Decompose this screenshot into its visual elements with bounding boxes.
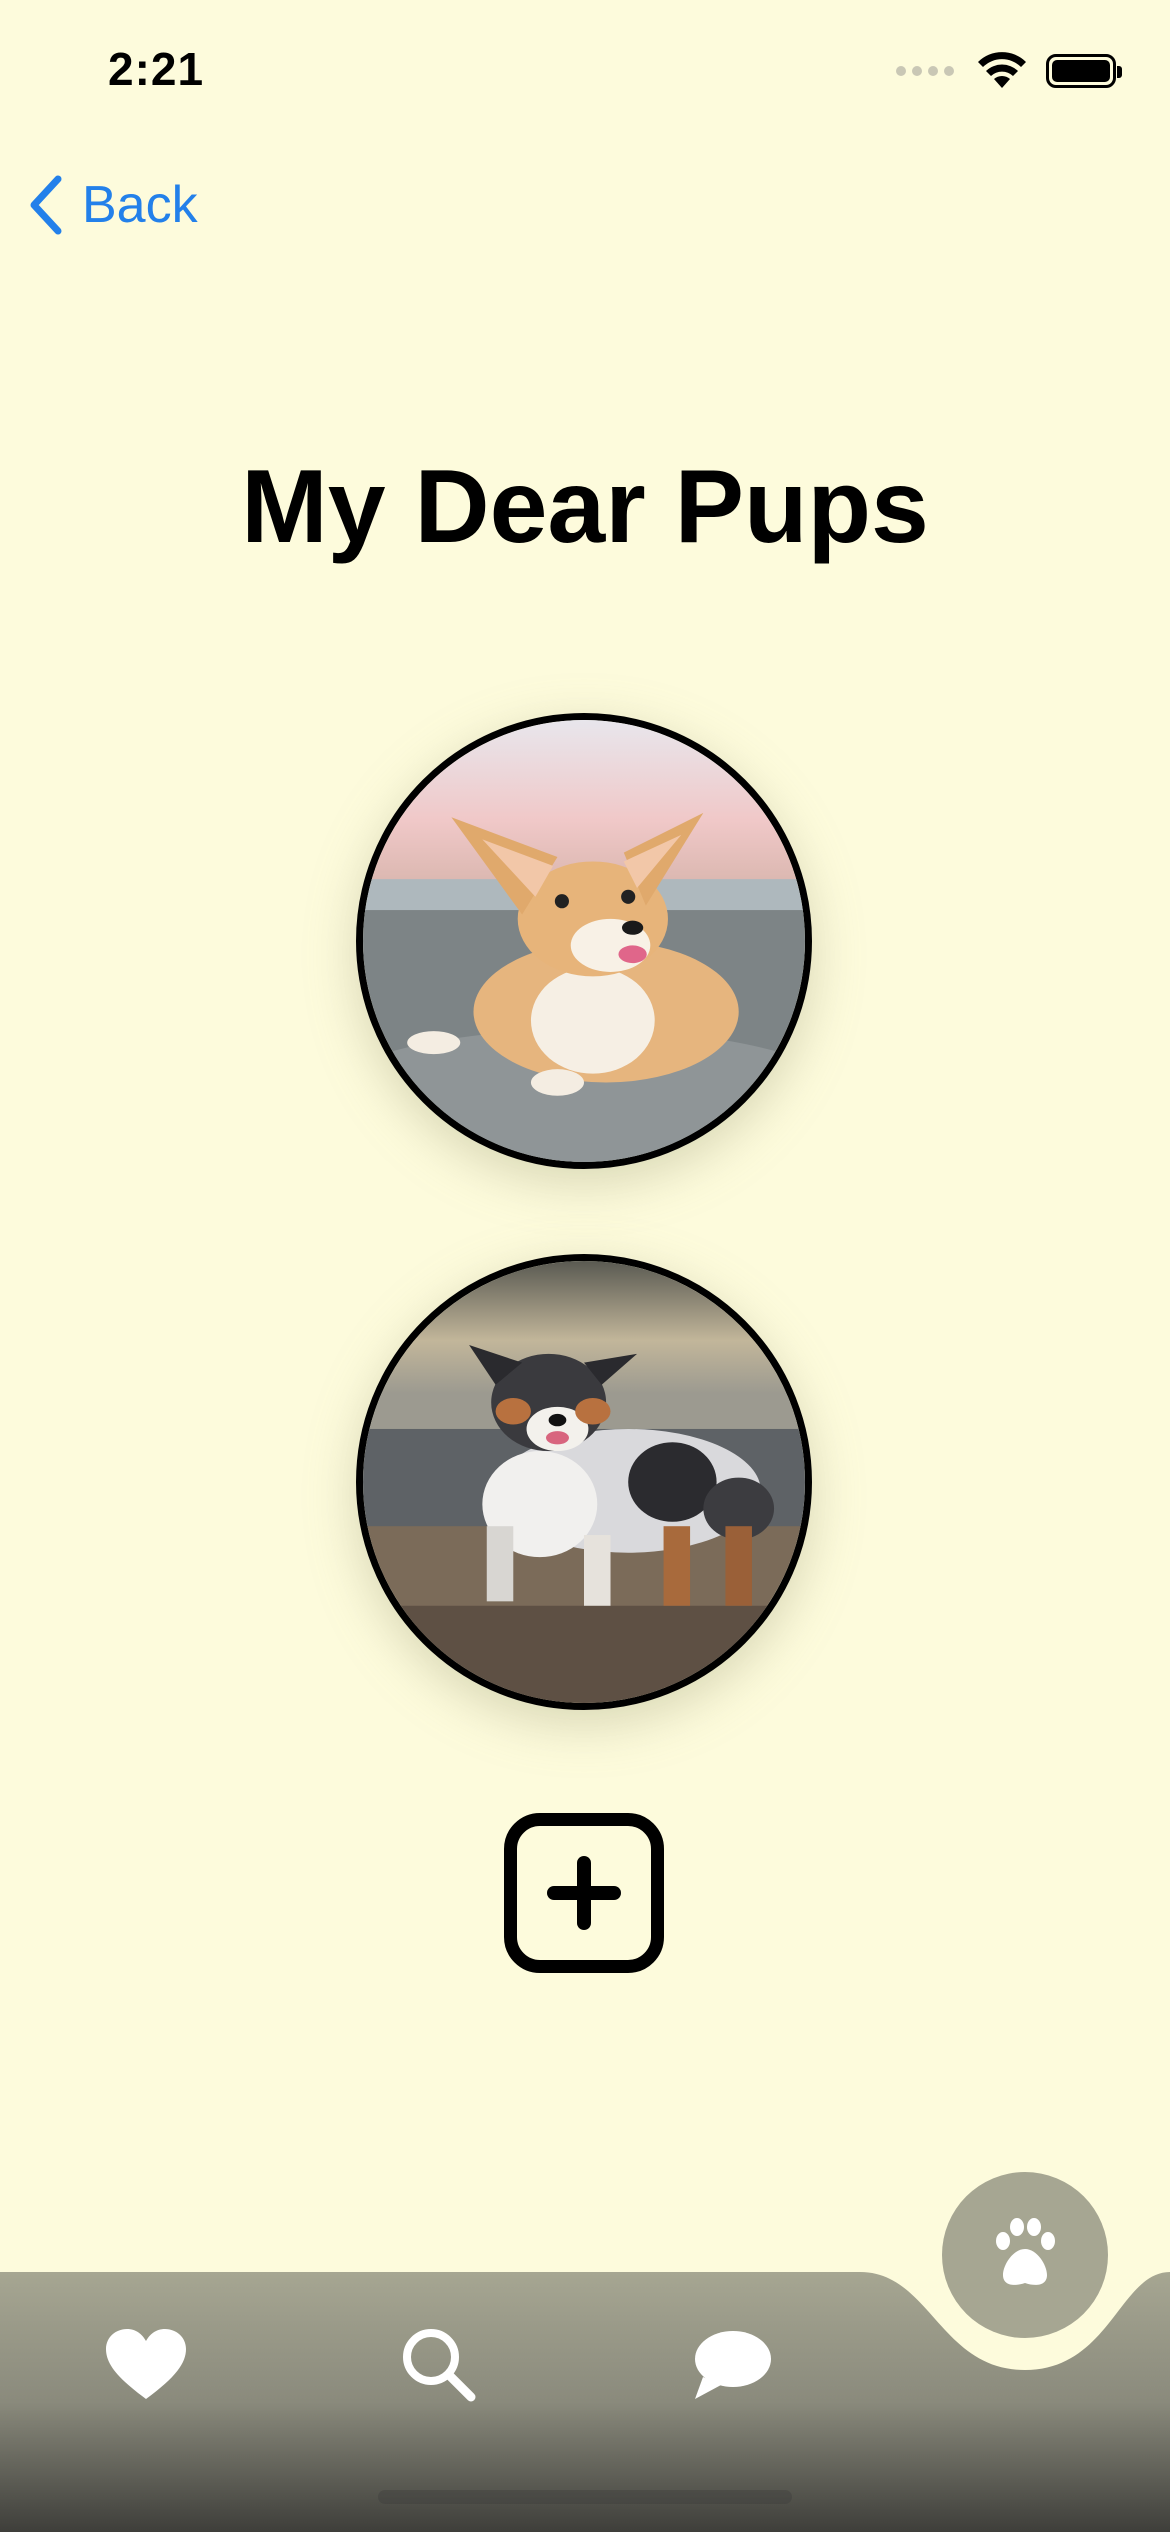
corgi-photo — [363, 720, 805, 1162]
plus-icon-vertical — [577, 1856, 591, 1930]
pup-avatar-aussie[interactable] — [356, 1254, 812, 1710]
status-icons — [896, 52, 1122, 90]
cellular-signal-icon — [896, 66, 954, 76]
battery-icon — [1046, 54, 1122, 88]
add-pup-button[interactable] — [504, 1813, 664, 1973]
chat-icon — [695, 2331, 771, 2399]
screen: 2:21 Back My Dear Pups — [0, 0, 1170, 2532]
tab-messages[interactable] — [686, 2320, 776, 2410]
status-time: 2:21 — [108, 43, 205, 95]
page-title: My Dear Pups — [241, 449, 929, 565]
pup-avatar-corgi[interactable] — [356, 713, 812, 1169]
home-indicator — [378, 2490, 792, 2504]
heart-icon — [106, 2329, 186, 2399]
chevron-left-icon — [30, 175, 62, 235]
back-label: Back — [82, 176, 198, 234]
paw-icon — [996, 2218, 1055, 2285]
wifi-icon — [978, 52, 1026, 88]
australian-shepherd-photo — [363, 1261, 805, 1703]
search-icon — [403, 2329, 476, 2402]
tab-my-pups[interactable] — [942, 2172, 1108, 2338]
tab-favorites[interactable] — [101, 2320, 191, 2410]
tab-search[interactable] — [394, 2320, 484, 2410]
back-button[interactable]: Back — [26, 175, 198, 235]
